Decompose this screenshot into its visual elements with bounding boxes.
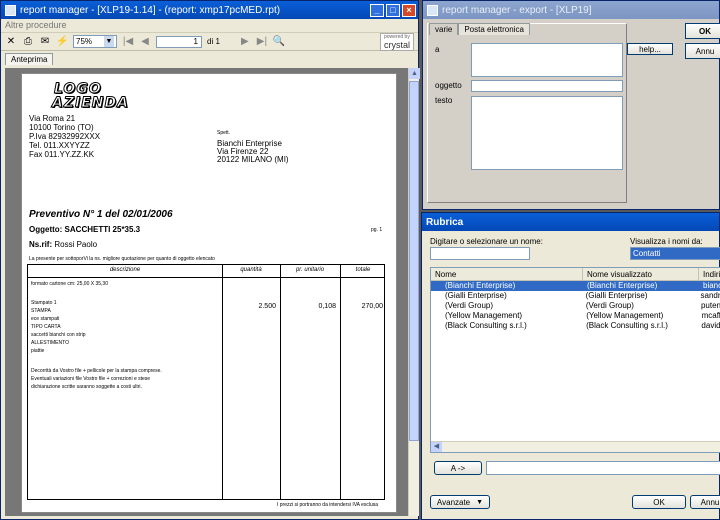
col-prezzo: pr. unitario bbox=[295, 267, 325, 273]
page-number: pg. 1 bbox=[371, 227, 383, 233]
spett-label: Spett. bbox=[217, 130, 231, 136]
item-quantity: 2.500 bbox=[258, 303, 276, 310]
print-icon[interactable]: ⎙ bbox=[22, 36, 34, 48]
body-field[interactable] bbox=[471, 96, 623, 170]
export-ok-button[interactable]: OK bbox=[685, 23, 720, 39]
search-input[interactable] bbox=[430, 247, 530, 260]
col-totale: totale bbox=[355, 267, 371, 273]
quote-heading: Preventivo N° 1 del 02/01/2006 bbox=[29, 209, 173, 220]
label-testo: testo bbox=[435, 96, 453, 105]
export-title: report manager - export - [XLP19] bbox=[442, 4, 592, 16]
contacts-header: Nome Nome visualizzato Indiri bbox=[431, 268, 720, 281]
report-page: LOGO AZIENDA Via Roma 21 10100 Torino (T… bbox=[21, 73, 397, 513]
col-descrizione: descrizione bbox=[109, 267, 141, 273]
last-page-icon[interactable]: ▶| bbox=[256, 36, 268, 48]
prev-page-icon[interactable]: ◀ bbox=[139, 36, 151, 48]
refresh-icon[interactable]: ⚡ bbox=[56, 36, 68, 48]
to-field[interactable] bbox=[471, 43, 623, 77]
report-preview-window: report manager - [XLP19-1.14] - (report:… bbox=[0, 0, 420, 520]
label-oggetto: oggetto bbox=[435, 81, 462, 90]
col-indirizzo[interactable]: Indiri bbox=[699, 268, 720, 280]
horizontal-scrollbar[interactable]: ◀ bbox=[431, 441, 720, 452]
export-titlebar: report manager - export - [XLP19] bbox=[423, 1, 719, 19]
client-address: Bianchi Enterprise Via Firenze 22 20122 … bbox=[217, 139, 289, 164]
report-preview-titlebar: report manager - [XLP19-1.14] - (report:… bbox=[1, 1, 418, 19]
tab-anteprima[interactable]: Anteprima bbox=[5, 53, 54, 65]
minimize-button[interactable]: _ bbox=[370, 3, 384, 17]
export-cancel-button[interactable]: Annu bbox=[685, 43, 720, 59]
tab-posta-elettronica[interactable]: Posta elettronica bbox=[458, 23, 530, 35]
scroll-thumb[interactable] bbox=[409, 81, 419, 441]
reference: Ns.rif: Rossi Paolo bbox=[29, 240, 98, 249]
chevron-down-icon: ▼ bbox=[104, 36, 114, 47]
advanced-button[interactable]: Avanzate ▼ bbox=[430, 495, 490, 509]
col-nome-visualizzato[interactable]: Nome visualizzato bbox=[583, 268, 699, 280]
label-a: a bbox=[435, 45, 440, 54]
intro-text: La presente per sottoporVi la ns. miglio… bbox=[29, 256, 215, 262]
footer-note: I prezzi si portranno da intendersi IVA … bbox=[277, 502, 379, 508]
rubrica-title: Rubrica bbox=[426, 216, 464, 228]
format-line: formato cartone cm: 25,00 X 35,30 bbox=[31, 281, 108, 287]
contact-row[interactable]: (Yellow Management) (Yellow Management) … bbox=[431, 311, 720, 321]
rubrica-titlebar: Rubrica bbox=[422, 213, 719, 231]
scroll-up-icon[interactable]: ▲ bbox=[409, 68, 420, 79]
app-icon bbox=[5, 4, 16, 16]
help-button[interactable]: help... bbox=[627, 43, 673, 55]
quote-subject: Oggetto: SACCHETTI 25*35.3 bbox=[29, 225, 141, 234]
search-icon[interactable]: 🔍 bbox=[273, 36, 285, 48]
contact-row[interactable]: (Black Consulting s.r.l.) (Black Consult… bbox=[431, 321, 720, 331]
add-to-button[interactable]: A -> bbox=[434, 461, 482, 475]
subject-field[interactable] bbox=[471, 80, 623, 92]
page-number-input[interactable]: 1 bbox=[156, 35, 202, 48]
preview-scrollbar[interactable]: ▲ bbox=[408, 68, 420, 516]
close-report-icon[interactable]: ✕ bbox=[5, 36, 17, 48]
notes: Decorrità da Vostro file + pellicole per… bbox=[31, 368, 162, 390]
next-page-icon[interactable]: ▶ bbox=[239, 36, 251, 48]
logo: LOGO AZIENDA bbox=[52, 81, 129, 111]
rubrica-cancel-button[interactable]: Annu bbox=[690, 495, 720, 509]
search-label: Digitare o selezionare un nome: bbox=[430, 237, 543, 246]
contact-row[interactable]: (Verdi Group) (Verdi Group) putens bbox=[431, 301, 720, 311]
col-nome[interactable]: Nome bbox=[431, 268, 583, 280]
export-window: report manager - export - [XLP19] varie … bbox=[422, 0, 720, 210]
company-address: Via Roma 21 10100 Torino (TO) P.Iva 8293… bbox=[29, 114, 101, 159]
export-tabs: varie Posta elettronica bbox=[429, 23, 530, 35]
rubrica-window: Rubrica Digitare o selezionare un nome: … bbox=[421, 212, 720, 520]
recipient-field[interactable] bbox=[486, 461, 720, 475]
maximize-button[interactable]: □ bbox=[386, 3, 400, 17]
close-button[interactable]: × bbox=[402, 3, 416, 17]
app-icon bbox=[427, 4, 438, 16]
tab-varie[interactable]: varie bbox=[429, 23, 459, 35]
contacts-list: Nome Nome visualizzato Indiri (Bianchi E… bbox=[430, 267, 720, 453]
preview-toolbar: ✕ ⎙ ✉ ⚡ 75% ▼ |◀ ◀ 1 di 1 ▶ ▶| 🔍 powered … bbox=[1, 32, 418, 51]
zoom-select[interactable]: 75% ▼ bbox=[73, 35, 117, 48]
item-total: 270,00 bbox=[361, 303, 383, 310]
view-label: Visualizza i nomi da: bbox=[630, 237, 703, 246]
view-select[interactable]: Contatti bbox=[630, 247, 720, 260]
menu-bar: Altre procedure bbox=[1, 19, 418, 33]
chevron-down-icon: ▼ bbox=[476, 498, 484, 506]
items-table: descrizione quantità pr. unitario totale… bbox=[27, 264, 385, 500]
item-description: Stampato 1 STAMPA ece stampati TIPO CART… bbox=[31, 300, 86, 354]
window-title: report manager - [XLP19-1.14] - (report:… bbox=[20, 4, 281, 16]
item-unit-price: 0,108 bbox=[318, 303, 336, 310]
first-page-icon[interactable]: |◀ bbox=[122, 36, 134, 48]
rubrica-ok-button[interactable]: OK bbox=[632, 495, 686, 509]
export-icon[interactable]: ✉ bbox=[39, 36, 51, 48]
preview-tabs: Anteprima bbox=[1, 53, 418, 65]
crystal-logo: powered by crystal bbox=[379, 32, 414, 51]
page-count: di 1 bbox=[207, 37, 220, 46]
col-quantita: quantità bbox=[240, 267, 262, 273]
contacts-rows: (Bianchi Enterprise) (Bianchi Enterprise… bbox=[431, 281, 720, 331]
contact-row[interactable]: (Gialli Enterprise) (Gialli Enterprise) … bbox=[431, 291, 720, 301]
contact-row[interactable]: (Bianchi Enterprise) (Bianchi Enterprise… bbox=[431, 281, 720, 291]
menu-altre-procedure[interactable]: Altre procedure bbox=[5, 20, 67, 30]
scroll-left-icon[interactable]: ◀ bbox=[431, 442, 442, 452]
